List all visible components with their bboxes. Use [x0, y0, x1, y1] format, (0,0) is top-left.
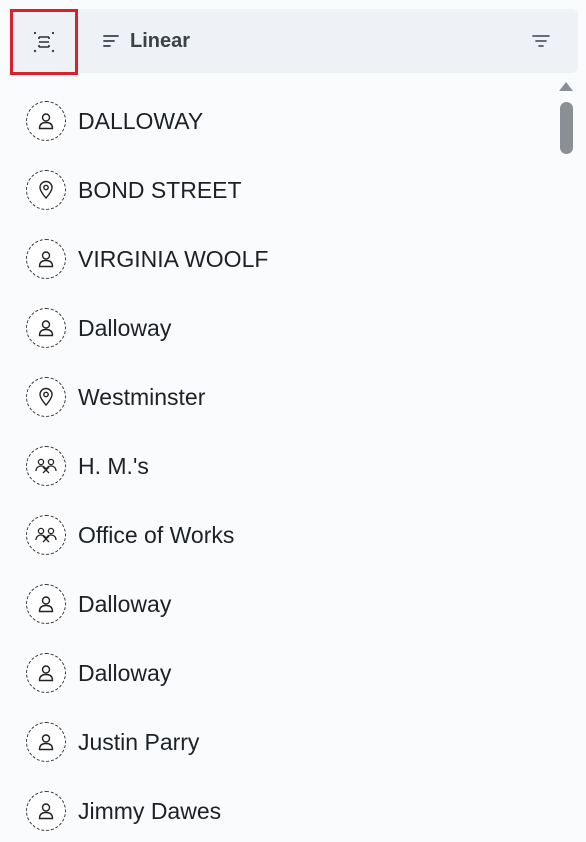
entity-panel: Linear DALLOWAY BOND STREET VIRGINIA WOOLF… — [0, 0, 586, 842]
list-item-label: H. M.'s — [78, 452, 149, 479]
filter-button[interactable] — [530, 30, 552, 52]
sort-button[interactable]: Linear — [102, 25, 190, 57]
scrollbar-thumb[interactable] — [560, 102, 573, 154]
sort-label: Linear — [130, 29, 191, 52]
list-item-label: Jimmy Dawes — [78, 797, 222, 824]
list-item[interactable]: VIRGINIA WOOLF — [26, 237, 268, 281]
list-item[interactable]: BOND STREET — [26, 168, 242, 212]
person-icon — [26, 653, 66, 693]
sort-lines-icon — [103, 35, 119, 47]
list-item[interactable]: Dalloway — [26, 582, 171, 626]
list-item[interactable]: Justin Parry — [26, 720, 199, 764]
person-icon — [26, 584, 66, 624]
group-icon — [26, 446, 66, 486]
scroll-up-arrow[interactable] — [559, 82, 573, 91]
toolbar: Linear — [10, 9, 578, 75]
list-item[interactable]: Dalloway — [26, 651, 171, 695]
person-icon — [26, 101, 66, 141]
list-item-label: BOND STREET — [78, 176, 242, 203]
person-icon — [26, 239, 66, 279]
list-item[interactable]: Office of Works — [26, 513, 234, 557]
list-item[interactable]: Westminster — [26, 375, 205, 419]
list-item[interactable]: Jimmy Dawes — [26, 789, 221, 833]
focus-frame-icon — [33, 31, 55, 53]
person-icon — [26, 791, 66, 831]
group-icon — [26, 515, 66, 555]
entity-list: DALLOWAY BOND STREET VIRGINIA WOOLF Dallowa… — [0, 82, 556, 842]
list-item-label: Justin Parry — [78, 728, 200, 755]
list-item[interactable]: H. M.'s — [26, 444, 149, 488]
list-item-label: DALLOWAY — [78, 107, 204, 134]
person-icon — [26, 722, 66, 762]
list-item-label: Office of Works — [78, 521, 235, 548]
list-item-label: Dalloway — [78, 314, 172, 341]
list-item[interactable]: Dalloway — [26, 306, 171, 350]
list-item-label: Westminster — [78, 383, 206, 410]
list-item-label: Dalloway — [78, 659, 172, 686]
focus-button[interactable] — [10, 9, 78, 75]
list-item[interactable]: DALLOWAY — [26, 99, 203, 143]
location-pin-icon — [26, 377, 66, 417]
person-icon — [26, 308, 66, 348]
list-item-label: Dalloway — [78, 590, 172, 617]
location-pin-icon — [26, 170, 66, 210]
filter-lines-icon — [532, 35, 550, 47]
list-item-label: VIRGINIA WOOLF — [78, 245, 269, 272]
